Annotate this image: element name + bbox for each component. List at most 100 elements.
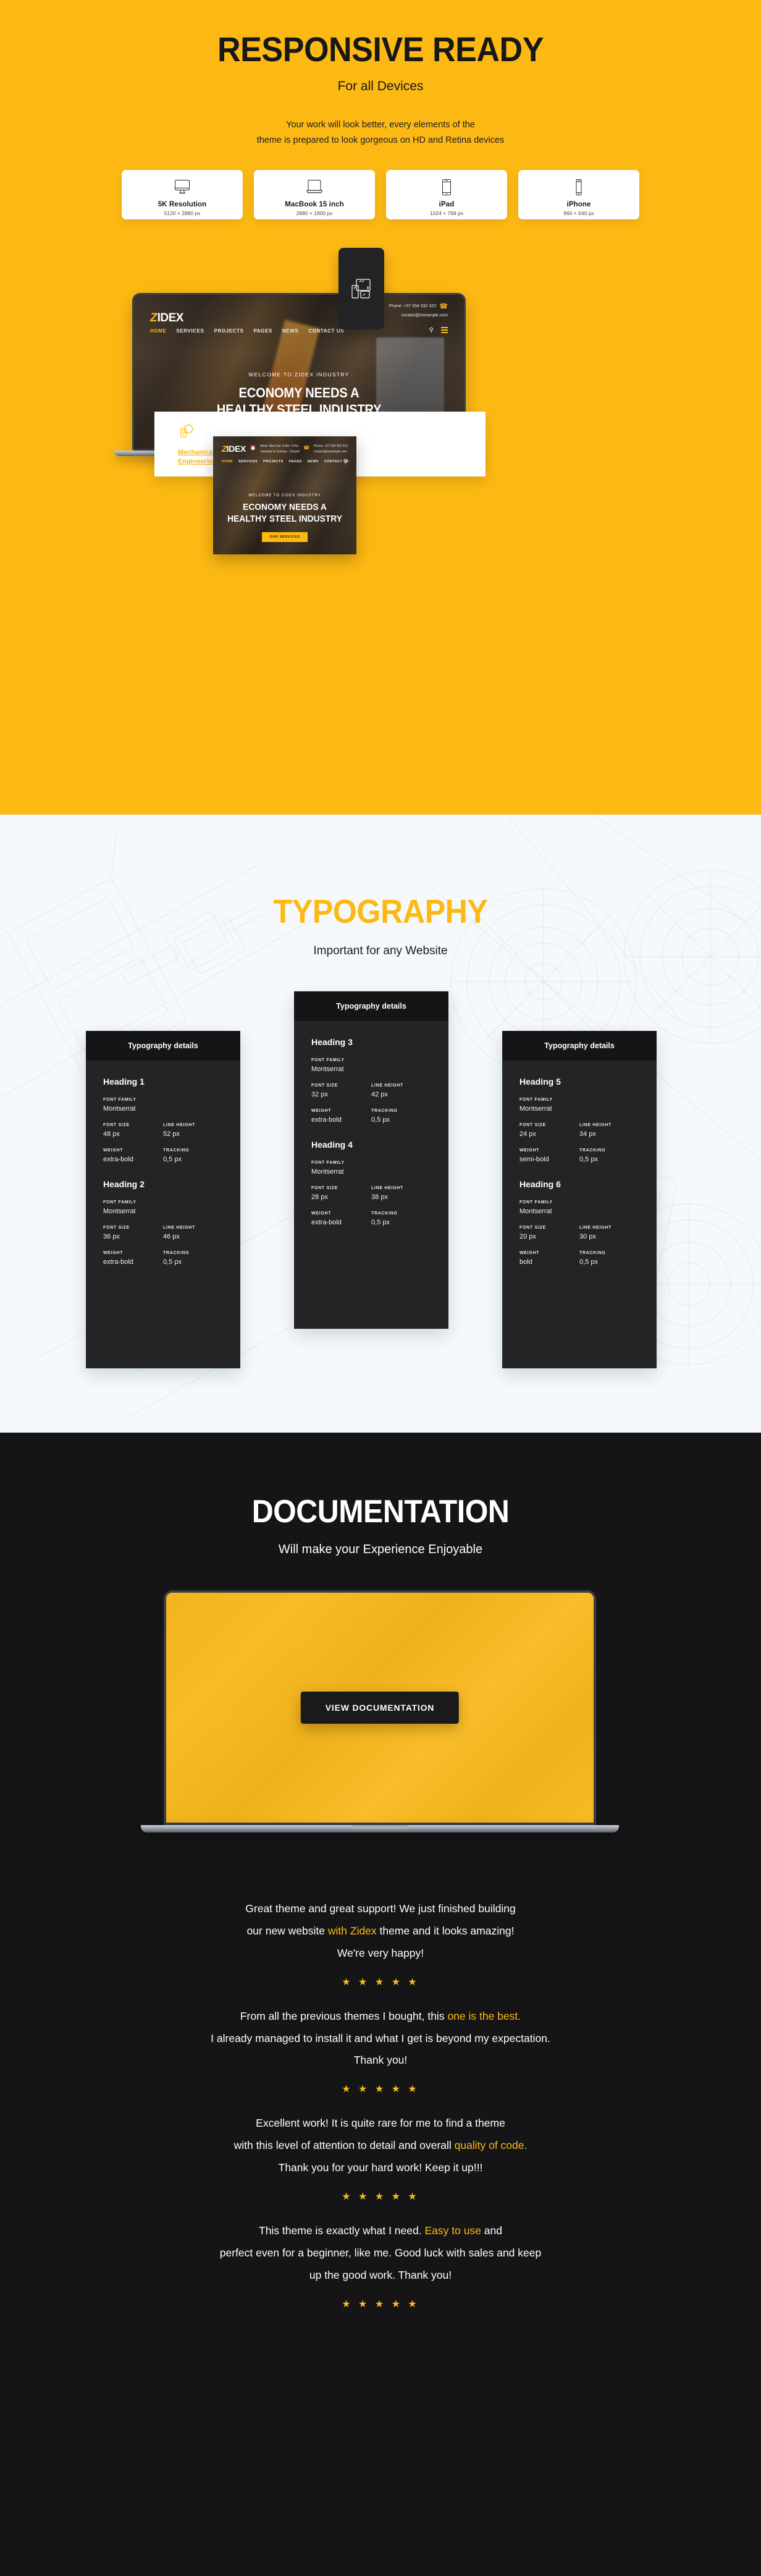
mockup-email-label: contact@exeample.com: [401, 313, 448, 318]
testimonial-highlight: quality of code.: [454, 2139, 528, 2152]
heading-label: Heading 1: [103, 1077, 145, 1087]
tablet-hero-text: WELCOME TO ZIDEX INDUSTRY ECONOMY NEEDS …: [213, 494, 356, 543]
tablet-work-hours: ⏰ Work: Mon-Sat. 8 Am- 5 Pm Saturday & S…: [250, 444, 299, 455]
heading-label: Heading 5: [519, 1077, 561, 1087]
tablet-email-label: contact@exeample.com: [314, 449, 347, 454]
weight-label: WEIGHT: [103, 1148, 124, 1153]
nav-item-news[interactable]: NEWS: [282, 328, 298, 334]
nav-item-home[interactable]: HOME: [150, 328, 166, 334]
logo-text: IDEX: [226, 443, 246, 454]
line-height-label: LINE HEIGHT: [163, 1123, 196, 1127]
search-icon[interactable]: ⚲: [343, 459, 348, 465]
description-line-1: Your work will look better, every elemen…: [286, 120, 475, 130]
tracking-field: TRACKING 0,5 px: [163, 1251, 223, 1266]
device-name: iPad: [439, 200, 455, 208]
tablet-phone-label: Phone: +07 554 332 322: [314, 444, 348, 448]
device-card-macbook[interactable]: MacBook 15 inch 2880 × 1800 px: [254, 169, 375, 219]
search-icon[interactable]: ⚲: [429, 327, 434, 334]
typography-header: TYPOGRAPHY Important for any Website: [0, 815, 761, 958]
font-size-label: FONT SIZE: [103, 1226, 130, 1230]
iphone-phone-icon: [570, 177, 588, 197]
nav-item-contact[interactable]: CONTACT US: [308, 328, 344, 334]
font-size-value: 24 px: [519, 1130, 536, 1138]
documentation-title: DOCUMENTATION: [251, 1494, 510, 1530]
imac-monitor-icon: [173, 177, 191, 197]
nav-item-services[interactable]: SERVICES: [238, 460, 258, 464]
device-card-ipad[interactable]: iPad 1024 × 768 px: [386, 169, 507, 219]
tracking-field: TRACKING 0,5 px: [163, 1148, 223, 1163]
weight-field: WEIGHT bold: [519, 1251, 579, 1266]
documentation-section: DOCUMENTATION Will make your Experience …: [0, 1433, 761, 2576]
font-size-field: FONT SIZE 24 px: [519, 1123, 579, 1138]
heading-label: Heading 4: [311, 1140, 353, 1150]
weight-value: semi-bold: [519, 1156, 549, 1163]
tracking-value: 0,5 px: [163, 1258, 182, 1266]
font-family-field: FONT FAMILY Montserrat: [311, 1161, 431, 1176]
hero-headline-line-1: ECONOMY NEEDS A: [243, 501, 327, 512]
device-mockup-group: Z IDEX Phone: +07 554 332 322 ☎ contact@…: [0, 233, 761, 554]
nav-item-pages[interactable]: PAGES: [253, 328, 272, 334]
weight-field: WEIGHT extra-bold: [103, 1148, 163, 1163]
page-title: RESPONSIVE READY: [217, 30, 544, 69]
tracking-label: TRACKING: [163, 1148, 190, 1153]
laptop-base-notch: [352, 1825, 408, 1829]
font-family-label: FONT FAMILY: [103, 1200, 137, 1205]
tablet-logo[interactable]: ZIDEX: [222, 444, 246, 455]
line-height-label: LINE HEIGHT: [163, 1226, 196, 1230]
font-family-value: Montserrat: [311, 1066, 344, 1073]
line-height-label: LINE HEIGHT: [371, 1083, 404, 1088]
font-family-value: Montserrat: [519, 1208, 552, 1215]
font-family-field: FONT FAMILY Montserrat: [519, 1098, 639, 1112]
device-card-5k[interactable]: 5K Resolution 5120 × 2880 px: [122, 169, 243, 219]
weight-field: WEIGHT semi-bold: [519, 1148, 579, 1163]
phone-icon: ☎: [439, 302, 448, 310]
device-card-list: 5K Resolution 5120 × 2880 px MacBook 15 …: [0, 169, 761, 219]
font-family-value: Montserrat: [103, 1105, 136, 1112]
mockup-nav: HOME SERVICES PROJECTS PAGES NEWS CONTAC…: [150, 328, 344, 334]
weight-value: extra-bold: [103, 1156, 133, 1163]
hero-headline: ECONOMY NEEDS A HEALTHY STEEL INDUSTRY: [219, 502, 350, 525]
nav-item-projects[interactable]: PROJECTS: [263, 460, 284, 464]
device-resolution: 1024 × 768 px: [429, 210, 464, 216]
testimonial-line-2-b: theme and it looks amazing!: [376, 1924, 515, 1937]
hero-headline-line-1: ECONOMY NEEDS A: [238, 384, 359, 400]
tracking-field: TRACKING 0,5 px: [371, 1211, 431, 1226]
testimonial-item: This theme is exactly what I need. Easy …: [0, 2206, 761, 2314]
line-height-value: 42 px: [371, 1091, 388, 1098]
typography-card-2: Typography details Heading 3 FONT FAMILY…: [294, 991, 448, 1329]
device-name: MacBook 15 inch: [285, 200, 344, 208]
view-documentation-button[interactable]: VIEW DOCUMENTATION: [300, 1692, 460, 1724]
line-height-value: 38 px: [371, 1193, 388, 1201]
device-card-iphone[interactable]: iPhone 960 × 640 px: [518, 169, 639, 219]
ipad-tablet-icon: [437, 177, 456, 197]
nav-item-home[interactable]: HOME: [222, 460, 233, 464]
font-size-value: 48 px: [103, 1130, 120, 1138]
testimonial-line-3: up the good work. Thank you!: [309, 2268, 452, 2281]
heading-label: Heading 2: [103, 1179, 145, 1189]
hamburger-menu-icon[interactable]: [441, 327, 448, 334]
font-family-label: FONT FAMILY: [519, 1098, 553, 1102]
tracking-field: TRACKING 0,5 px: [579, 1148, 639, 1163]
nav-item-news[interactable]: NEWS: [308, 460, 319, 464]
star-rating-icon: ★ ★ ★ ★ ★: [342, 1976, 419, 1988]
mockup-phone-label: Phone: +07 554 332 322: [389, 304, 437, 309]
macbook-laptop-icon: [305, 177, 324, 197]
star-rating-icon: ★ ★ ★ ★ ★: [342, 2084, 419, 2095]
tracking-label: TRACKING: [579, 1148, 606, 1153]
nav-item-services[interactable]: SERVICES: [176, 328, 204, 334]
work-hours-line-1: Work: Mon-Sat. 8 Am- 5 Pm: [260, 444, 299, 448]
our-services-button[interactable]: OUR SERVICES: [262, 532, 308, 543]
font-size-label: FONT SIZE: [311, 1083, 338, 1088]
testimonial-line-3: We're very happy!: [337, 1946, 424, 1959]
nav-item-pages[interactable]: PAGES: [289, 460, 302, 464]
tracking-value: 0,5 px: [371, 1116, 390, 1124]
responsive-devices-icon: [351, 279, 371, 299]
nav-item-projects[interactable]: PROJECTS: [214, 328, 244, 334]
font-size-field: FONT SIZE 20 px: [519, 1226, 579, 1240]
font-size-value: 36 px: [103, 1233, 120, 1240]
responsive-ready-section: RESPONSIVE READY For all Devices Your wo…: [0, 0, 761, 815]
tracking-label: TRACKING: [371, 1109, 398, 1113]
gear-engineering-icon: [180, 423, 194, 438]
logo-text: IDEX: [157, 311, 184, 324]
font-family-field: FONT FAMILY Montserrat: [103, 1200, 223, 1215]
